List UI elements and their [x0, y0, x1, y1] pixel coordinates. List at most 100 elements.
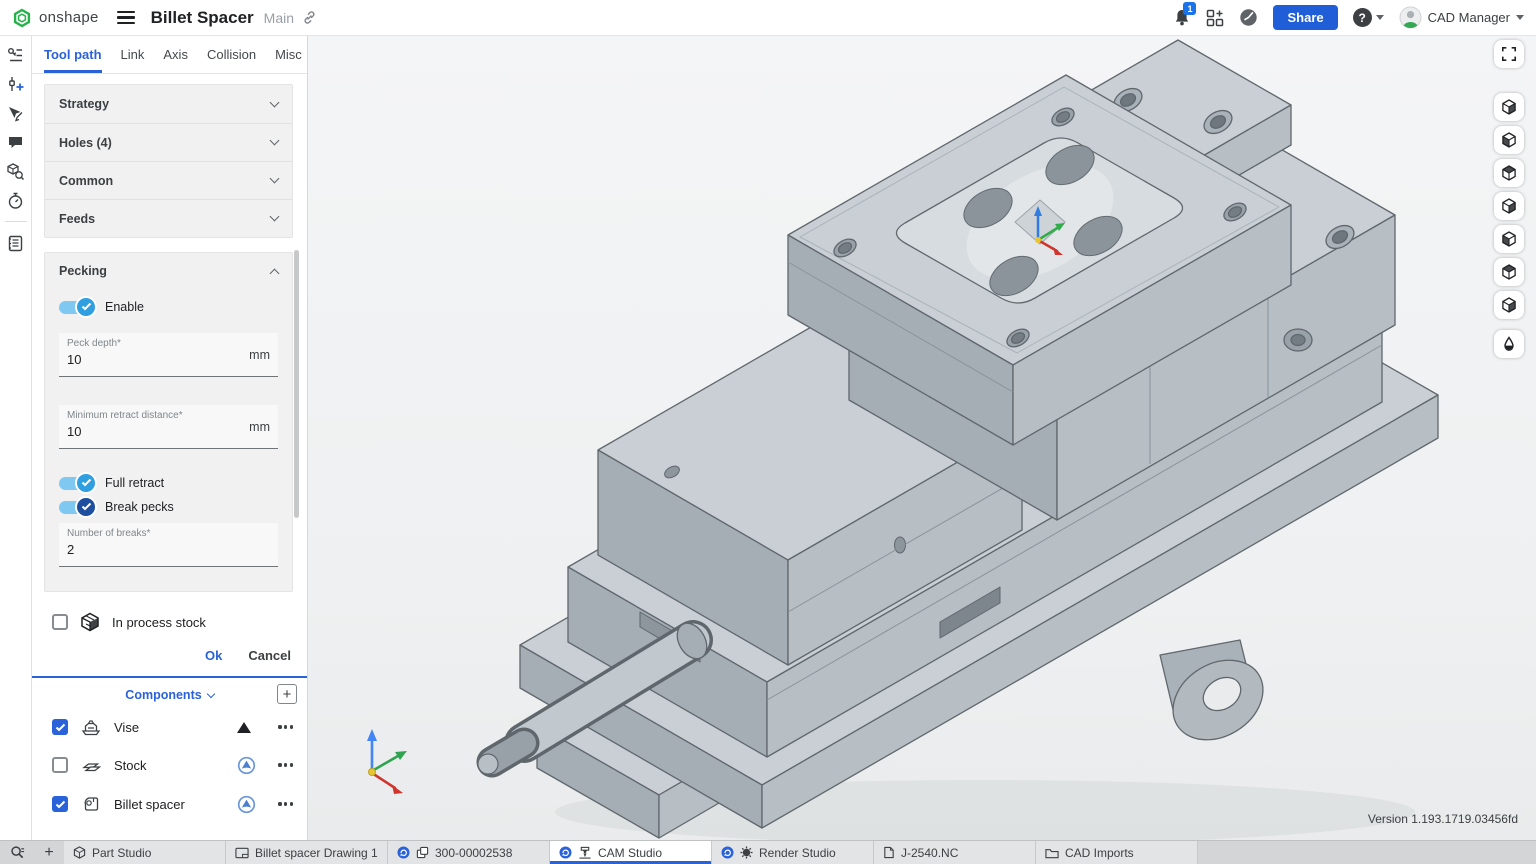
- tab-label: Part Studio: [92, 846, 151, 860]
- linked-badge-icon: [397, 846, 410, 859]
- stock-menu-button[interactable]: [278, 763, 293, 766]
- section-holes[interactable]: Holes (4): [45, 123, 292, 161]
- graphics-viewport[interactable]: Version 1.193.1719.03456fd: [308, 36, 1536, 840]
- toolpath-panel: Tool path Link Axis Collision Misc Strat…: [32, 36, 308, 840]
- tab-part-studio[interactable]: Part Studio: [64, 841, 226, 864]
- search-tabs-button[interactable]: [0, 841, 34, 864]
- feature-list-icon[interactable]: [6, 45, 26, 65]
- component-row-billet-spacer[interactable]: Billet spacer: [32, 785, 307, 823]
- component-label: Vise: [114, 720, 139, 735]
- tab-collision[interactable]: Collision: [207, 36, 256, 73]
- add-tab-button[interactable]: +: [34, 841, 64, 864]
- notebook-icon[interactable]: [6, 233, 26, 253]
- view-cube-7-button[interactable]: [1494, 291, 1524, 319]
- view-cube-3-button[interactable]: [1494, 159, 1524, 187]
- tab-cad-imports[interactable]: CAD Imports: [1036, 841, 1198, 864]
- field-value: 10: [67, 352, 270, 367]
- tab-300-00002538[interactable]: 300-00002538: [388, 841, 550, 864]
- view-cube-6-button[interactable]: [1494, 258, 1524, 286]
- pecking-header[interactable]: Pecking: [59, 253, 278, 289]
- help-menu[interactable]: [1353, 8, 1384, 27]
- component-row-vise[interactable]: Vise: [32, 708, 307, 746]
- vise-state-indicator[interactable]: [237, 722, 251, 733]
- tab-render-studio[interactable]: Render Studio: [712, 841, 874, 864]
- field-value: 2: [67, 542, 270, 557]
- add-component-button[interactable]: +: [277, 684, 297, 704]
- billet-spacer-menu-button[interactable]: [278, 802, 293, 805]
- components-header[interactable]: Components: [32, 682, 307, 708]
- fit-view-button[interactable]: [1494, 40, 1524, 68]
- drawing-icon: [235, 847, 249, 859]
- in-process-stock-icon: [80, 612, 100, 632]
- main-menu-icon[interactable]: [117, 11, 135, 24]
- tab-billet-spacer-drawing-1[interactable]: Billet spacer Drawing 1: [226, 841, 388, 864]
- in-process-stock-checkbox[interactable]: [52, 614, 68, 630]
- share-button[interactable]: Share: [1273, 5, 1337, 30]
- tab-misc[interactable]: Misc: [275, 36, 302, 73]
- vise-checkbox[interactable]: [52, 719, 68, 735]
- stock-state-indicator[interactable]: [237, 756, 256, 775]
- billet-spacer-icon: [81, 795, 101, 813]
- pecking-section: Pecking Enable Peck depth* 10 mm Minimum…: [44, 252, 293, 592]
- origin-triad: [367, 729, 407, 794]
- section-strategy[interactable]: Strategy: [45, 85, 292, 123]
- cancel-button[interactable]: Cancel: [248, 648, 291, 663]
- view-cube-icon: [1501, 231, 1517, 247]
- search-tabs-icon: [10, 845, 25, 860]
- stopwatch-icon[interactable]: [6, 190, 26, 210]
- view-cube-1-button[interactable]: [1494, 93, 1524, 121]
- peck-depth-field[interactable]: Peck depth* 10 mm: [59, 333, 278, 377]
- shaded-view-button[interactable]: [1494, 330, 1524, 358]
- cube-search-icon[interactable]: [6, 161, 26, 181]
- field-value: 10: [67, 424, 270, 439]
- linked-badge-icon: [559, 846, 572, 859]
- section-common[interactable]: Common: [45, 161, 292, 199]
- full-retract-toggle[interactable]: [59, 477, 93, 490]
- cursor-pencil-icon[interactable]: [6, 103, 26, 123]
- left-toolbar: [0, 36, 32, 840]
- circle-triangle-icon: [237, 756, 256, 775]
- enable-toggle-row: Enable: [59, 295, 278, 319]
- configurations-icon[interactable]: [6, 74, 26, 94]
- number-of-breaks-field[interactable]: Number of breaks* 2: [59, 523, 278, 567]
- notifications-button[interactable]: 1: [1173, 8, 1191, 27]
- status-circle-button[interactable]: [1239, 8, 1258, 27]
- section-label: Strategy: [59, 97, 109, 111]
- tab-label: Render Studio: [759, 846, 836, 860]
- view-cube-5-button[interactable]: [1494, 225, 1524, 253]
- onshape-logo[interactable]: onshape: [12, 8, 99, 28]
- enable-toggle[interactable]: [59, 301, 93, 314]
- solid-triangle-icon: [237, 722, 251, 733]
- tab-j-2540-nc[interactable]: J-2540.NC: [874, 841, 1036, 864]
- enable-label: Enable: [105, 300, 144, 314]
- stock-checkbox[interactable]: [52, 757, 68, 773]
- dialog-buttons: Ok Cancel: [205, 648, 291, 663]
- billet-spacer-checkbox[interactable]: [52, 796, 68, 812]
- tab-cam-studio[interactable]: CAM Studio: [550, 841, 712, 864]
- comment-icon[interactable]: [6, 132, 26, 152]
- min-retract-field[interactable]: Minimum retract distance* 10 mm: [59, 405, 278, 449]
- section-feeds[interactable]: Feeds: [45, 199, 292, 237]
- tab-tool-path[interactable]: Tool path: [44, 36, 102, 73]
- tab-axis[interactable]: Axis: [163, 36, 188, 73]
- folder-icon: [1045, 847, 1059, 859]
- view-cube-4-button[interactable]: [1494, 192, 1524, 220]
- vise-menu-button[interactable]: [278, 725, 293, 728]
- panel-scrollbar[interactable]: [294, 250, 299, 518]
- apps-button[interactable]: [1206, 9, 1224, 27]
- view-cube-2-button[interactable]: [1494, 126, 1524, 154]
- link-icon[interactable]: [302, 10, 317, 25]
- vise-assembly-model[interactable]: [308, 36, 1536, 840]
- billet-spacer-state-indicator[interactable]: [237, 795, 256, 814]
- user-menu[interactable]: CAD Manager: [1399, 6, 1524, 29]
- tab-link[interactable]: Link: [121, 36, 145, 73]
- assembly-icon: [416, 846, 429, 859]
- break-pecks-toggle[interactable]: [59, 501, 93, 514]
- tab-label: 300-00002538: [435, 846, 512, 860]
- ok-button[interactable]: Ok: [205, 648, 222, 663]
- field-label: Number of breaks*: [67, 528, 270, 539]
- component-row-stock[interactable]: Stock: [32, 746, 307, 784]
- workspace-branch[interactable]: Main: [264, 10, 294, 26]
- component-label: Billet spacer: [114, 797, 185, 812]
- field-unit: mm: [249, 420, 270, 434]
